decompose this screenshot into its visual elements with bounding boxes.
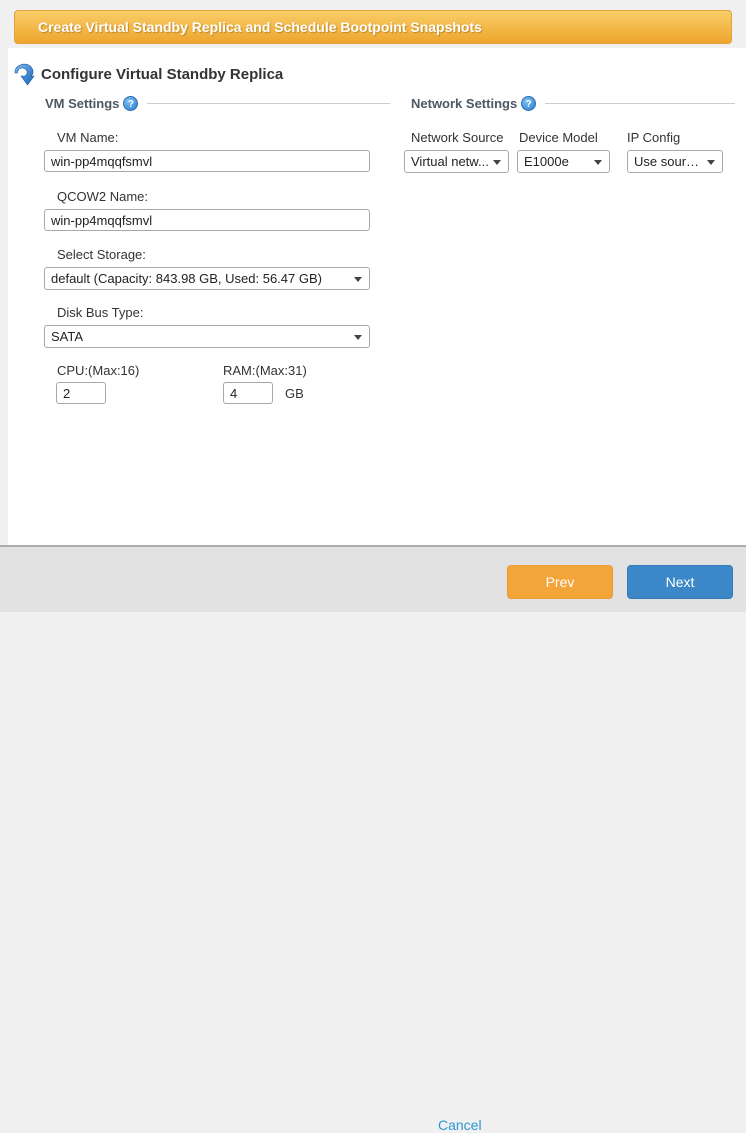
network-settings-section: Network Settings ? Network Source Device… xyxy=(404,96,735,216)
ip-config-select[interactable]: Use source ... xyxy=(627,150,723,173)
dialog-title: Create Virtual Standby Replica and Sched… xyxy=(38,19,482,35)
vm-name-input[interactable] xyxy=(44,150,370,172)
ram-unit-label: GB xyxy=(285,386,304,401)
disk-bus-select-value: SATA xyxy=(51,329,351,344)
qcow2-name-input[interactable] xyxy=(44,209,370,231)
section-divider xyxy=(545,103,735,104)
ip-config-select-value: Use source ... xyxy=(634,154,704,169)
next-button[interactable]: Next xyxy=(627,565,733,599)
dialog-title-bar: Create Virtual Standby Replica and Sched… xyxy=(14,10,732,44)
vm-name-label: VM Name: xyxy=(57,130,118,145)
disk-bus-label: Disk Bus Type: xyxy=(57,305,143,320)
network-settings-help-icon[interactable]: ? xyxy=(521,96,536,111)
device-model-select-value: E1000e xyxy=(524,154,591,169)
chevron-down-icon xyxy=(707,160,715,165)
vm-settings-title: VM Settings xyxy=(45,96,119,111)
vm-settings-header: VM Settings ? xyxy=(44,96,390,111)
chevron-down-icon xyxy=(594,160,602,165)
section-divider xyxy=(147,103,390,104)
network-source-label: Network Source xyxy=(411,130,503,145)
storage-select-value: default (Capacity: 843.98 GB, Used: 56.4… xyxy=(51,271,351,286)
chevron-down-icon xyxy=(354,335,362,340)
cpu-input[interactable] xyxy=(56,382,106,404)
ram-input[interactable] xyxy=(223,382,273,404)
ip-config-label: IP Config xyxy=(627,130,680,145)
chevron-down-icon xyxy=(493,160,501,165)
chevron-down-icon xyxy=(354,277,362,282)
vm-settings-section: VM Settings ? VM Name: QCOW2 Name: Selec… xyxy=(44,96,390,416)
footer-bar: Cancel Prev Next xyxy=(0,545,746,612)
network-source-select[interactable]: Virtual netw... xyxy=(404,150,509,173)
configure-arrow-icon xyxy=(12,61,36,87)
prev-button[interactable]: Prev xyxy=(507,565,613,599)
network-settings-title: Network Settings xyxy=(411,96,517,111)
storage-select[interactable]: default (Capacity: 843.98 GB, Used: 56.4… xyxy=(44,267,370,290)
device-model-select[interactable]: E1000e xyxy=(517,150,610,173)
qcow2-name-label: QCOW2 Name: xyxy=(57,189,148,204)
device-model-label: Device Model xyxy=(519,130,598,145)
disk-bus-select[interactable]: SATA xyxy=(44,325,370,348)
cancel-link[interactable]: Cancel xyxy=(438,1117,482,1133)
network-source-select-value: Virtual netw... xyxy=(411,154,490,169)
page-heading-row: Configure Virtual Standby Replica xyxy=(12,60,283,88)
cpu-label: CPU:(Max:16) xyxy=(57,363,139,378)
network-settings-header: Network Settings ? xyxy=(404,96,735,111)
page-heading: Configure Virtual Standby Replica xyxy=(41,66,283,83)
vm-settings-help-icon[interactable]: ? xyxy=(123,96,138,111)
ram-label: RAM:(Max:31) xyxy=(223,363,307,378)
storage-label: Select Storage: xyxy=(57,247,146,262)
